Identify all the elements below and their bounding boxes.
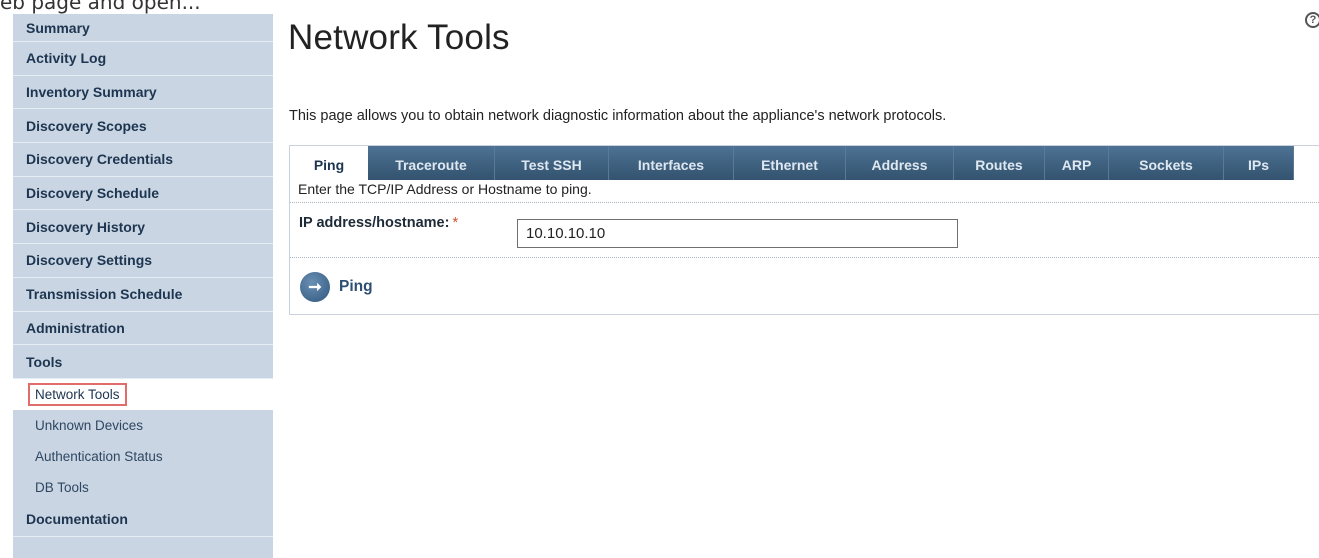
ping-button[interactable]: ➞ Ping <box>300 272 373 302</box>
tab-arp[interactable]: ARP <box>1045 146 1109 180</box>
sidebar-item-documentation[interactable]: Documentation <box>13 503 273 537</box>
sidebar-subitem-network-tools[interactable]: Network Tools <box>13 378 273 410</box>
sidebar-subitem-label: DB Tools <box>35 479 89 495</box>
page-title: Network Tools <box>288 18 510 57</box>
tab-bar-spacer <box>1294 146 1319 180</box>
tab-ips[interactable]: IPs <box>1224 146 1294 180</box>
page-description: This page allows you to obtain network d… <box>289 108 947 124</box>
sidebar-subitem-authentication-status[interactable]: Authentication Status <box>13 441 273 472</box>
sidebar-item-label: Tools <box>26 353 63 370</box>
sidebar-item-label: Transmission Schedule <box>26 286 183 303</box>
sidebar-subitem-label: Unknown Devices <box>35 417 144 433</box>
sidebar-nav: Summary Activity Log Inventory Summary D… <box>13 14 273 558</box>
tab-address[interactable]: Address <box>846 146 954 180</box>
sidebar-item-label: Discovery History <box>26 218 146 235</box>
sidebar-item-label: Discovery Scopes <box>26 117 147 134</box>
sidebar-item-label: Discovery Settings <box>26 252 153 269</box>
sidebar-subitem-db-tools[interactable]: DB Tools <box>13 472 273 503</box>
sidebar-item-label: Activity Log <box>26 50 107 67</box>
tab-routes[interactable]: Routes <box>954 146 1045 180</box>
sidebar-item-label: Discovery Credentials <box>26 151 174 168</box>
ip-hostname-input[interactable] <box>517 219 958 248</box>
sidebar-item-label: Administration <box>26 319 125 336</box>
sidebar-item-label: Summary <box>26 19 90 36</box>
sidebar-item-summary[interactable]: Summary <box>13 14 273 42</box>
tab-sockets[interactable]: Sockets <box>1109 146 1224 180</box>
ip-field-label: IP address/hostname: * <box>299 215 458 231</box>
sidebar-item-label: Discovery Schedule <box>26 185 160 202</box>
help-icon[interactable]: ? <box>1305 12 1319 28</box>
sidebar-subitem-unknown-devices[interactable]: Unknown Devices <box>13 410 273 441</box>
tab-bar: Ping Traceroute Test SSH Interfaces Ethe… <box>290 146 1319 180</box>
ping-button-label: Ping <box>339 278 373 295</box>
top-caption-strip: eb page and open... <box>0 0 1319 14</box>
sidebar-item-discovery-credentials[interactable]: Discovery Credentials <box>13 143 273 177</box>
sidebar-item-label: Inventory Summary <box>26 84 157 101</box>
network-tools-panel: Ping Traceroute Test SSH Interfaces Ethe… <box>289 145 1319 315</box>
tab-test-ssh[interactable]: Test SSH <box>495 146 609 180</box>
sidebar-item-administration[interactable]: Administration <box>13 312 273 346</box>
sidebar-subitem-label: Network Tools <box>28 382 127 406</box>
tab-ethernet[interactable]: Ethernet <box>734 146 846 180</box>
arrow-right-icon: ➞ <box>300 272 330 302</box>
sidebar-item-discovery-settings[interactable]: Discovery Settings <box>13 244 273 278</box>
ip-field-label-text: IP address/hostname: <box>299 215 450 231</box>
sidebar-item-discovery-history[interactable]: Discovery History <box>13 210 273 245</box>
required-marker: * <box>452 215 459 231</box>
tab-traceroute[interactable]: Traceroute <box>368 146 495 180</box>
sidebar-item-discovery-scopes[interactable]: Discovery Scopes <box>13 109 273 144</box>
tab-ping[interactable]: Ping <box>290 146 368 180</box>
sidebar-item-label: Documentation <box>26 511 128 528</box>
sidebar-subitem-label: Authentication Status <box>35 448 163 464</box>
sidebar-item-inventory-summary[interactable]: Inventory Summary <box>13 76 273 110</box>
sidebar-item-activity-log[interactable]: Activity Log <box>13 42 273 76</box>
sidebar-item-transmission-schedule[interactable]: Transmission Schedule <box>13 278 273 312</box>
sidebar-item-discovery-schedule[interactable]: Discovery Schedule <box>13 177 273 211</box>
tab-interfaces[interactable]: Interfaces <box>609 146 734 180</box>
top-caption-text: eb page and open... <box>0 0 201 14</box>
ping-instruction: Enter the TCP/IP Address or Hostname to … <box>290 180 1319 203</box>
ip-form-row: IP address/hostname: * <box>290 203 1319 258</box>
sidebar-item-tools[interactable]: Tools <box>13 345 273 379</box>
